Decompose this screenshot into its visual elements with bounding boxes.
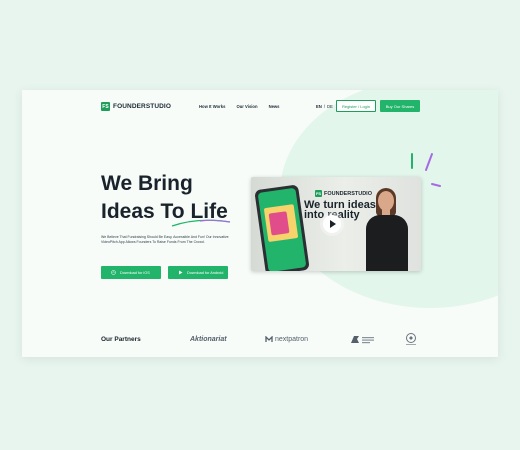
play-icon bbox=[330, 220, 336, 228]
pitch-video-player[interactable]: FS FOUNDERSTUDIO We turn ideas into real… bbox=[251, 177, 421, 271]
nav-how-it-works[interactable]: How It Works bbox=[199, 104, 225, 109]
presenter-body bbox=[366, 215, 408, 271]
nextpatron-logo-icon bbox=[265, 336, 273, 342]
main-nav: How It Works Our Vision News bbox=[199, 104, 280, 109]
hero-description: We Believe That Fundraising Should Be Ea… bbox=[101, 235, 229, 245]
lang-separator: / bbox=[323, 104, 325, 109]
logo-mark: FS bbox=[101, 102, 110, 111]
apple-icon bbox=[111, 270, 116, 275]
play-button[interactable] bbox=[323, 215, 341, 233]
play-store-icon bbox=[178, 270, 183, 275]
lang-en[interactable]: EN bbox=[316, 104, 322, 109]
hero-title-line1: We Bring bbox=[101, 172, 193, 195]
nav-our-vision[interactable]: Our Vision bbox=[236, 104, 257, 109]
download-android-label: Download for Android bbox=[187, 270, 224, 275]
partner-logo-icon bbox=[351, 336, 374, 344]
lang-de[interactable]: DE bbox=[327, 104, 333, 109]
partner-aktionariat[interactable]: Aktionariat bbox=[190, 336, 227, 343]
nav-news[interactable]: News bbox=[269, 104, 280, 109]
register-login-button[interactable]: Register / Login bbox=[336, 100, 376, 112]
partner-third-logo[interactable] bbox=[350, 335, 376, 344]
logo[interactable]: FS FOUNDERSTUDIO bbox=[101, 102, 171, 111]
buy-shares-button[interactable]: Buy Our Shares bbox=[380, 100, 420, 112]
download-ios-button[interactable]: Download for iOS bbox=[101, 266, 161, 279]
presenter-head bbox=[378, 191, 394, 211]
download-android-button[interactable]: Download for Android bbox=[168, 266, 228, 279]
phone-screen bbox=[257, 187, 307, 271]
download-ios-label: Download for iOS bbox=[120, 270, 150, 275]
partner-nextpatron-label: nextpatron bbox=[275, 336, 309, 343]
website-frame: FS FOUNDERSTUDIO How It Works Our Vision… bbox=[22, 90, 498, 357]
partner-fourth-logo[interactable] bbox=[403, 332, 419, 350]
phone-card-pink bbox=[268, 211, 290, 236]
partners-title: Our Partners bbox=[101, 336, 141, 343]
presenter bbox=[361, 187, 413, 271]
title-underline-swoosh bbox=[171, 219, 231, 227]
video-logo-mark: FS bbox=[315, 190, 322, 197]
logo-text: FOUNDERSTUDIO bbox=[113, 103, 171, 110]
partner-nextpatron[interactable]: nextpatron bbox=[265, 336, 308, 343]
partner-seal-icon bbox=[406, 333, 416, 345]
language-switcher: EN / DE bbox=[316, 104, 333, 109]
